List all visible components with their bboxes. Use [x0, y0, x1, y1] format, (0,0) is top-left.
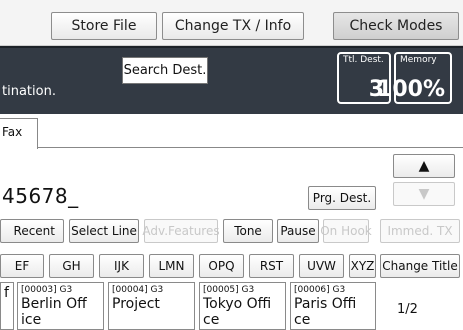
- recent-button[interactable]: Recent: [0, 219, 64, 243]
- scroll-up-button[interactable]: ▲: [393, 154, 455, 178]
- tab-strip: [0, 114, 463, 148]
- destination-cell[interactable]: [00006] G3 Paris Offi ce: [290, 282, 376, 330]
- check-modes-button[interactable]: Check Modes: [333, 12, 459, 40]
- destination-cell[interactable]: f: [0, 282, 14, 330]
- destination-name: f: [4, 285, 9, 301]
- destination-name: Paris Offi: [294, 296, 357, 312]
- immed-tx-button[interactable]: Immed. TX: [380, 219, 460, 243]
- memory-label: Memory: [400, 55, 437, 65]
- tone-button[interactable]: Tone: [223, 219, 273, 243]
- search-dest-button[interactable]: Search Dest.: [122, 57, 208, 84]
- destination-name: Project: [112, 296, 160, 312]
- title-tab-rst[interactable]: RST: [249, 254, 294, 278]
- title-tab-opq[interactable]: OPQ: [199, 254, 244, 278]
- title-tab-xyz[interactable]: XYZ: [349, 254, 376, 278]
- total-destinations-label: Ttl. Dest.: [343, 55, 384, 65]
- title-tab-gh[interactable]: GH: [49, 254, 94, 278]
- destination-name-cont: ce: [294, 312, 311, 328]
- fax-number-display: 45678_: [2, 184, 79, 208]
- change-tx-info-button[interactable]: Change TX / Info: [162, 12, 304, 40]
- destination-cell[interactable]: [00003] G3 Berlin Off ice: [17, 282, 104, 330]
- destination-code: [00005] G3: [203, 285, 255, 295]
- header-message: tination.: [2, 84, 56, 99]
- destination-code: [00004] G3: [112, 285, 164, 295]
- destination-name: Tokyo Offi: [203, 296, 272, 312]
- title-tab-ijk[interactable]: IJK: [99, 254, 144, 278]
- store-file-button[interactable]: Store File: [51, 12, 157, 40]
- page-indicator: 1/2: [397, 302, 418, 317]
- destination-name-cont: ce: [203, 312, 220, 328]
- up-arrow-icon: ▲: [418, 158, 430, 174]
- title-tab-lmn[interactable]: LMN: [149, 254, 194, 278]
- change-title-button[interactable]: Change Title: [380, 254, 460, 278]
- destination-name: Berlin Off: [21, 296, 87, 312]
- on-hook-button[interactable]: On Hook: [320, 219, 372, 243]
- adv-features-button[interactable]: Adv.Features: [142, 219, 220, 243]
- destination-code: [00003] G3: [21, 285, 73, 295]
- destination-cell[interactable]: [00005] G3 Tokyo Offi ce: [199, 282, 286, 330]
- destination-cell[interactable]: [00004] G3 Project: [108, 282, 195, 330]
- scroll-down-button[interactable]: ▼: [393, 182, 455, 206]
- title-tab-ef[interactable]: EF: [0, 254, 44, 278]
- destination-name-cont: ice: [21, 312, 42, 328]
- destination-code: [00006] G3: [294, 285, 346, 295]
- pause-button[interactable]: Pause: [277, 219, 319, 243]
- tab-fax[interactable]: Fax: [0, 118, 38, 149]
- select-line-button[interactable]: Select Line: [69, 219, 139, 243]
- memory-counter: Memory 100%: [377, 52, 452, 104]
- memory-value: 100%: [377, 77, 445, 102]
- down-arrow-icon: ▼: [418, 186, 430, 202]
- title-tab-uvw[interactable]: UVW: [299, 254, 344, 278]
- prg-dest-button[interactable]: Prg. Dest.: [308, 186, 376, 210]
